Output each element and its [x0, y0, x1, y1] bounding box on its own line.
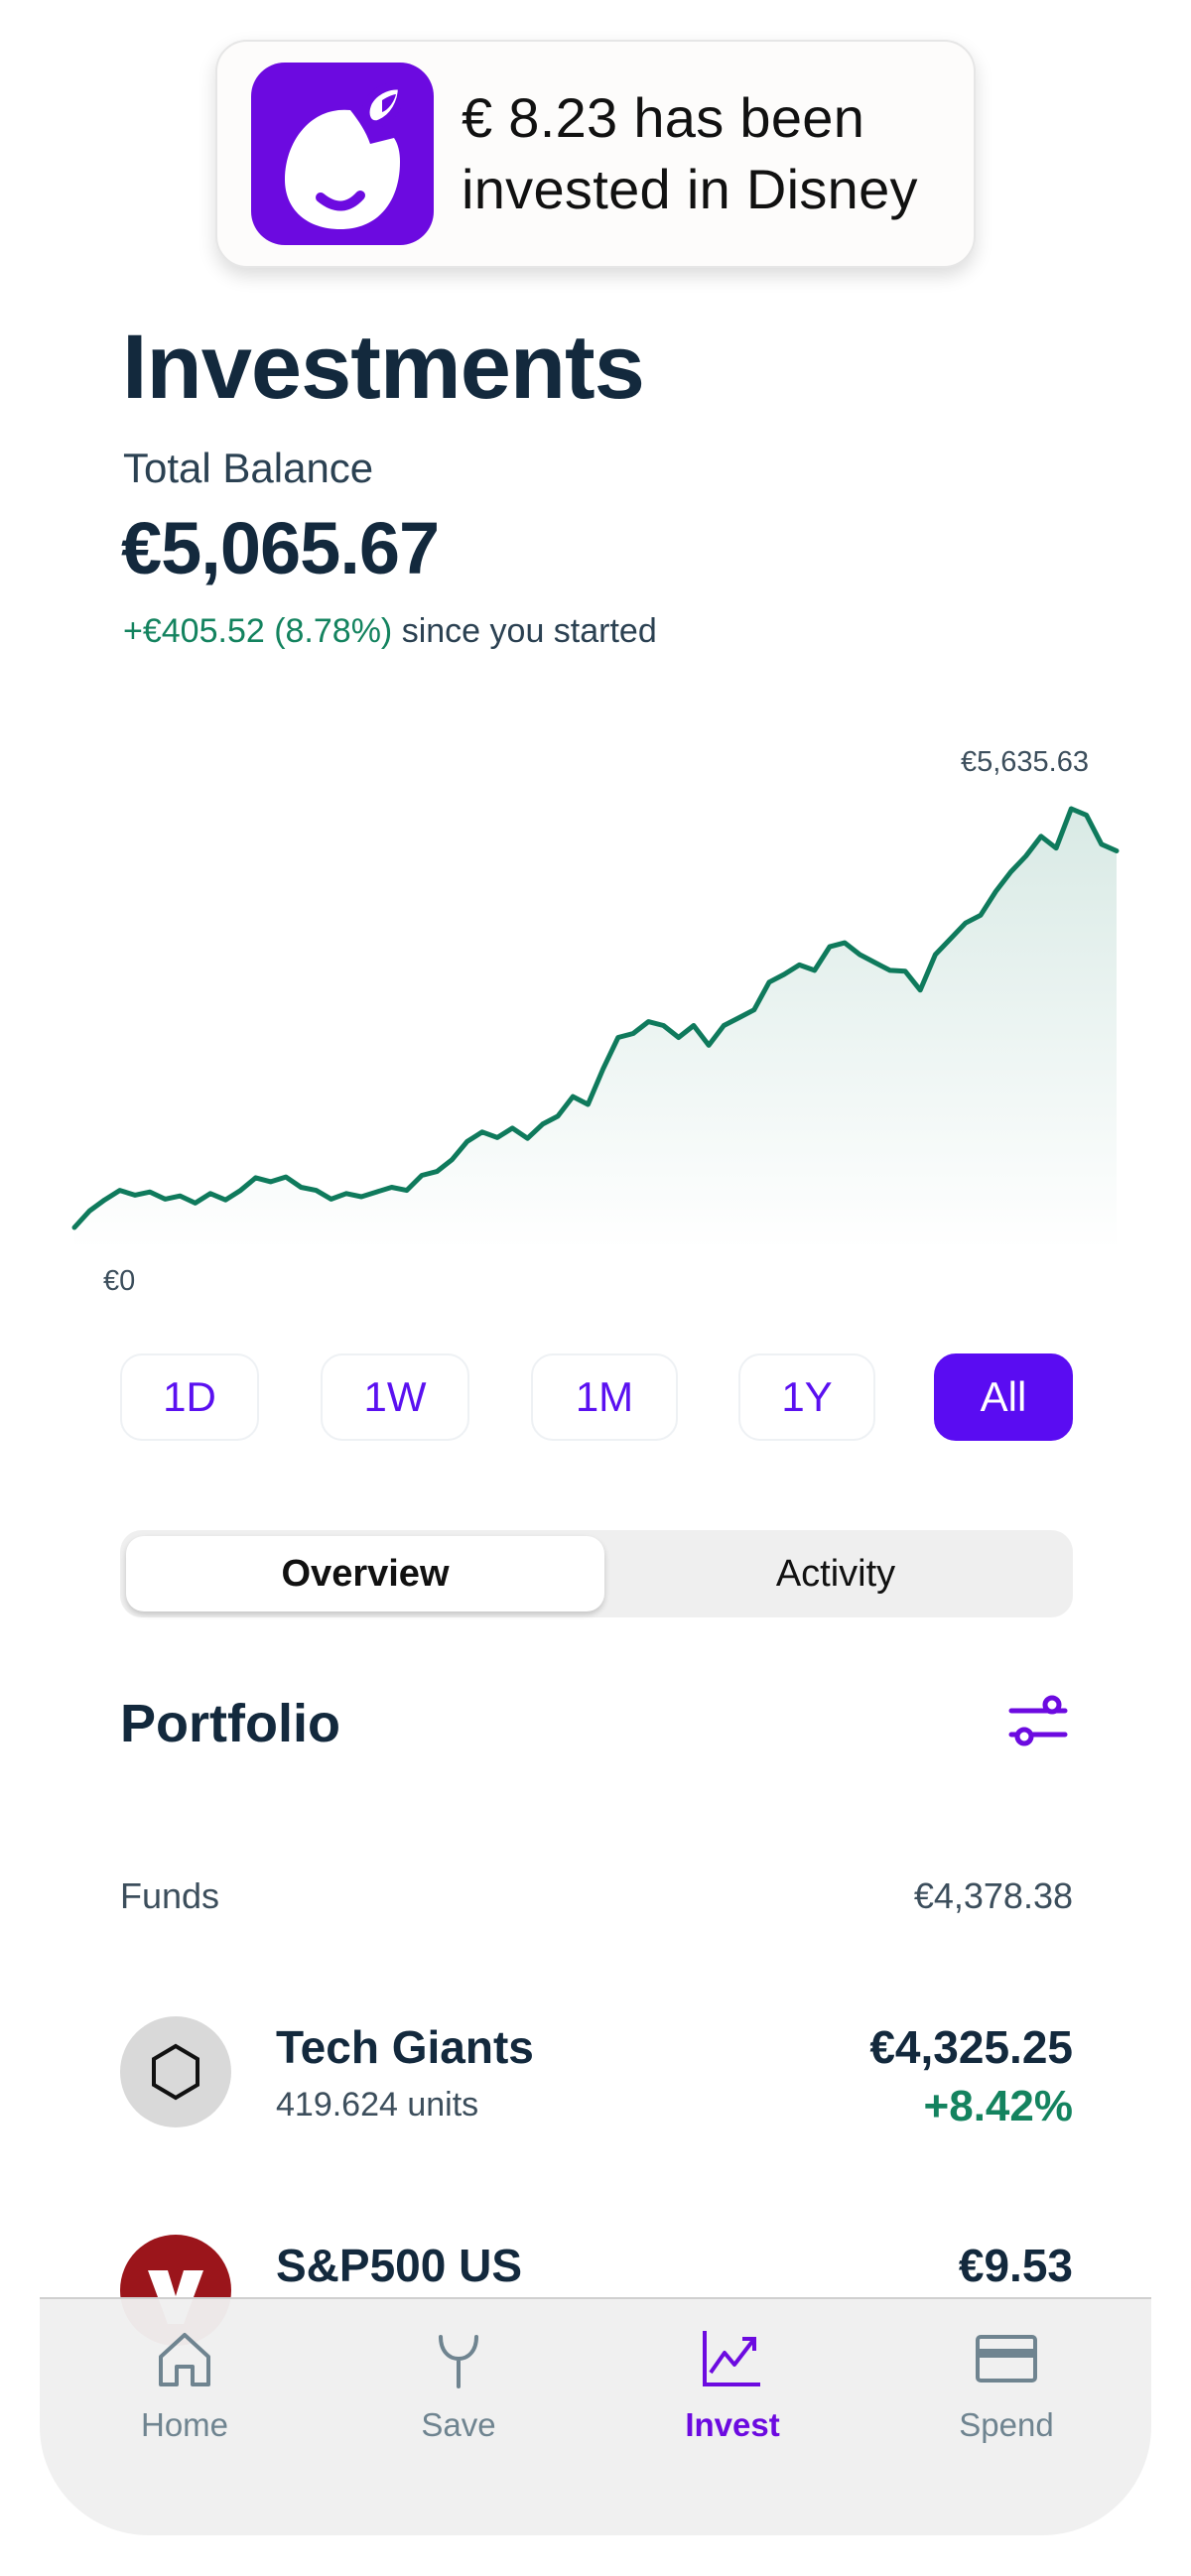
tab-invest-label: Invest [685, 2406, 780, 2443]
page-title: Investments [122, 317, 645, 418]
sliders-icon[interactable] [1007, 1691, 1069, 1752]
range-1d-button[interactable]: 1D [120, 1353, 259, 1441]
holding-row[interactable]: Tech Giants 419.624 units €4,325.25 +8.4… [120, 2016, 1073, 2135]
holding-name: S&P500 US [276, 2240, 523, 2291]
view-segmented-control: Overview Activity [120, 1530, 1073, 1617]
chart-area-fill [74, 809, 1117, 1250]
holding-value: €9.53 [958, 2240, 1073, 2291]
holding-name: Tech Giants [276, 2021, 534, 2073]
holding-change: +8.42% [923, 2082, 1073, 2130]
gain-suffix: since you started [392, 612, 657, 650]
balance-label: Total Balance [123, 445, 374, 491]
funds-group-value: €4,378.38 [913, 1875, 1073, 1916]
notification-line-2: invested in Disney [462, 158, 918, 220]
tab-spend[interactable]: Spend [907, 2319, 1106, 2468]
range-1y-button[interactable]: 1Y [738, 1353, 875, 1441]
notification-message: € 8.23 has been invested in Disney [462, 82, 918, 225]
bottom-tab-bar: Home Save Invest Spend [40, 2297, 1151, 2535]
hexagon-icon [120, 2016, 231, 2127]
range-1w-button[interactable]: 1W [321, 1353, 469, 1441]
gain-summary: +€405.52 (8.78%) since you started [123, 612, 657, 651]
portfolio-title: Portfolio [120, 1694, 340, 1753]
tab-save-label: Save [421, 2406, 496, 2443]
time-range-selector: 1D 1W 1M 1Y All [120, 1353, 1073, 1441]
balance-value: €5,065.67 [121, 507, 440, 589]
tab-home-label: Home [140, 2406, 229, 2443]
tab-invest[interactable]: Invest [633, 2319, 832, 2468]
chart-trend-icon [703, 2331, 760, 2386]
tab-save[interactable]: Save [359, 2319, 558, 2468]
chart-min-label: €0 [103, 1265, 136, 1297]
notification-toast[interactable]: € 8.23 has been invested in Disney [215, 40, 976, 268]
tab-activity[interactable]: Activity [604, 1536, 1067, 1611]
range-all-button[interactable]: All [934, 1353, 1073, 1441]
home-icon [159, 2333, 210, 2386]
range-1m-button[interactable]: 1M [531, 1353, 678, 1441]
tab-overview[interactable]: Overview [126, 1536, 604, 1611]
gain-amount: +€405.52 (8.78%) [123, 612, 393, 650]
chart-max-label: €5,635.63 [960, 746, 1089, 778]
funds-group-label: Funds [120, 1875, 220, 1916]
holding-value: €4,325.25 [869, 2021, 1073, 2073]
card-icon [976, 2335, 1037, 2383]
sprout-icon [439, 2335, 478, 2388]
app-logo-icon [251, 63, 434, 245]
holding-units: 419.624 units [276, 2086, 479, 2124]
tab-spend-label: Spend [959, 2406, 1054, 2443]
notification-line-1: € 8.23 has been [462, 86, 865, 149]
balance-chart[interactable] [0, 734, 1191, 1310]
tab-home[interactable]: Home [85, 2319, 284, 2468]
